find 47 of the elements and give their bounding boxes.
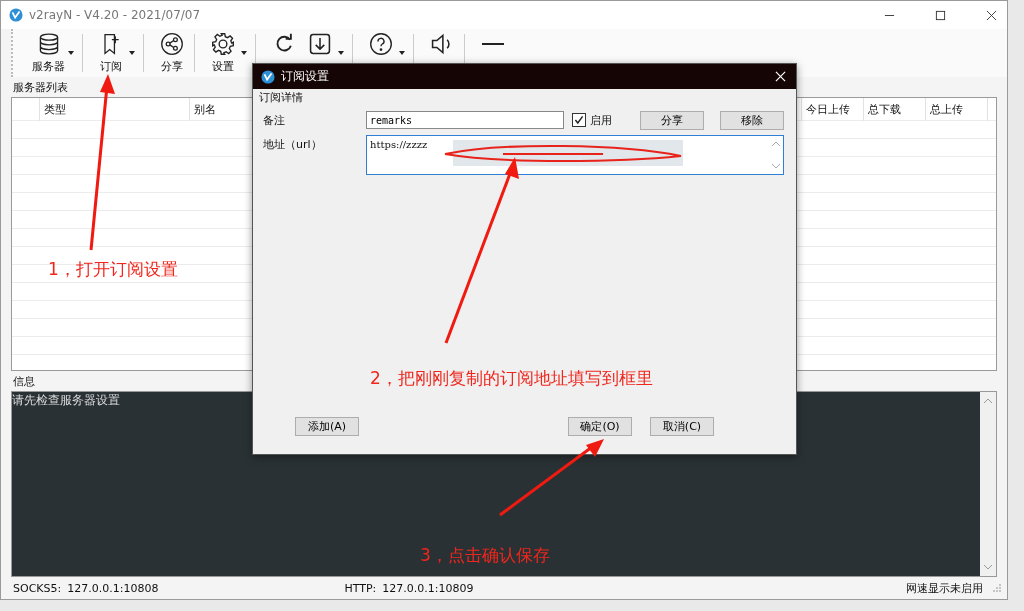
caret-icon[interactable] — [399, 51, 405, 55]
annotation-text: 3，点击确认保存 — [420, 544, 550, 567]
caret-icon[interactable] — [129, 51, 135, 55]
field-label: 备注 — [263, 112, 286, 128]
field-label: 地址（url） — [263, 137, 323, 152]
remove-button[interactable]: 移除 — [720, 110, 784, 130]
section-label: 信息 — [13, 374, 35, 389]
status-label: SOCKS5: — [13, 581, 62, 595]
caret-icon[interactable] — [68, 51, 74, 55]
group-label: 订阅详情 — [259, 90, 304, 105]
ok-button[interactable]: 确定(O) — [568, 417, 632, 436]
http-address: 127.0.0.1:10809 — [382, 581, 474, 595]
column-header[interactable]: 总下载 — [864, 98, 926, 121]
annotation-text: 1，打开订阅设置 — [48, 258, 178, 281]
toolbar-button[interactable]: 服务器 — [29, 32, 68, 74]
share-button[interactable]: 分享 — [640, 110, 704, 130]
column-header[interactable]: 类型 — [40, 98, 190, 121]
checkbox-label[interactable]: 启用 — [590, 112, 612, 128]
caret-icon[interactable] — [241, 51, 247, 55]
section-label: 服务器列表 — [13, 80, 68, 95]
log-line: 请先检查服务器设置 — [12, 392, 121, 409]
resize-grip-icon[interactable] — [993, 584, 1001, 592]
close-icon[interactable] — [986, 9, 997, 21]
share-icon — [160, 32, 184, 56]
download-icon — [308, 32, 332, 56]
toolbar-button[interactable]: 分享 — [154, 32, 190, 74]
column-header[interactable]: 总上传 — [926, 98, 988, 121]
help-icon — [369, 32, 393, 56]
socks-address: 127.0.0.1:10808 — [67, 581, 159, 595]
maximize-icon[interactable] — [935, 9, 946, 21]
window-title: v2rayN - V4.20 - 2021/07/07 — [29, 8, 201, 22]
gear-icon — [211, 32, 235, 56]
caret-icon[interactable] — [338, 51, 344, 55]
checkbox[interactable] — [572, 113, 586, 127]
logo-icon — [261, 69, 275, 84]
add-button[interactable]: 添加(A) — [295, 417, 359, 436]
dialog-title: 订阅设置 — [281, 68, 329, 85]
toolbar-button[interactable]: 设置 — [205, 32, 241, 74]
cancel-button[interactable]: 取消(C) — [650, 417, 714, 436]
remarks-field[interactable]: remarks — [366, 111, 564, 129]
speed-status: 网速显示未启用 — [906, 580, 983, 596]
logo-icon — [9, 8, 23, 22]
status-label: HTTP: — [344, 581, 377, 595]
column-header[interactable]: 今日上传 — [802, 98, 864, 121]
annotation-text: 2，把刚刚复制的订阅地址填写到框里 — [370, 367, 653, 390]
minus-icon — [482, 42, 504, 46]
toolbar-button[interactable]: 订阅 — [93, 32, 129, 74]
